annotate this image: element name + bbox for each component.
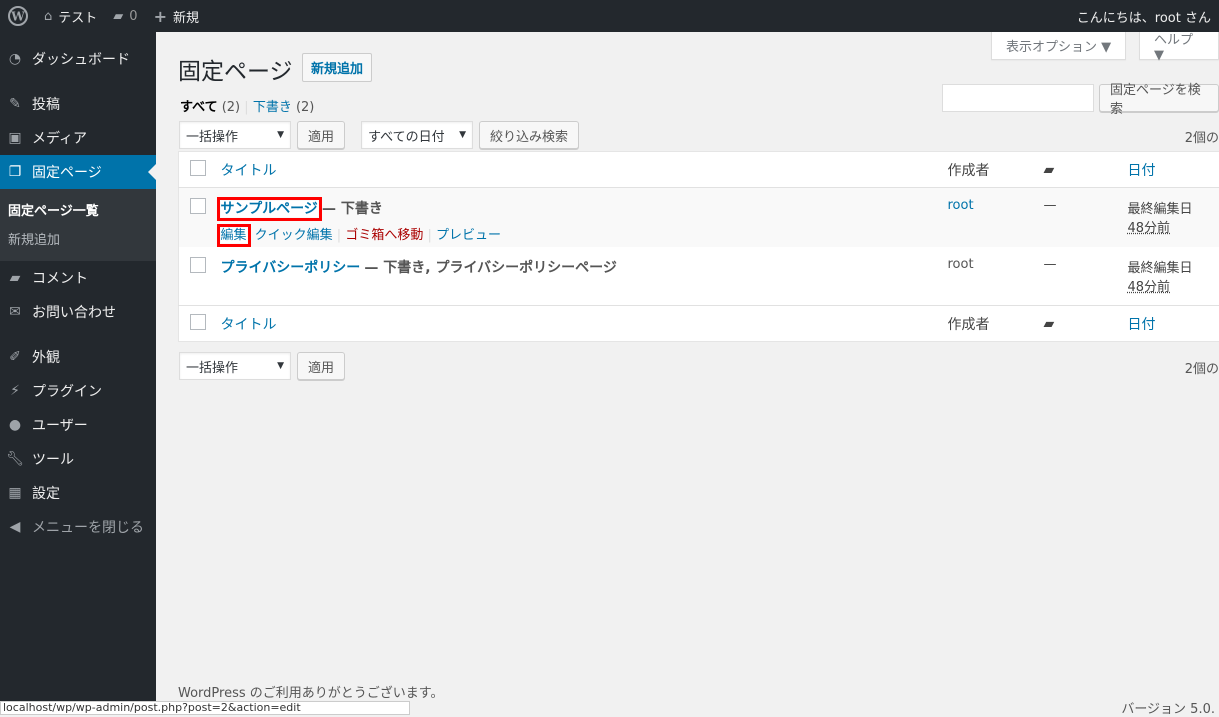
bulk-action-select[interactable]: 一括操作▼ [179, 121, 291, 149]
comments-link[interactable]: ▰0 [105, 0, 145, 32]
help-tab[interactable]: ヘルプ ▼ [1139, 32, 1219, 60]
row-actions: 編集 クイック編集 | ゴミ箱へ移動 | プレビュー [221, 224, 948, 243]
wrench-icon: 🔧︎ [6, 451, 24, 467]
trash-link[interactable]: ゴミ箱へ移動 [345, 228, 423, 243]
plus-icon: + [154, 7, 167, 26]
edit-link[interactable]: 編集 [221, 228, 247, 243]
author-link[interactable]: root [948, 198, 974, 213]
date-value: 48分前 [1128, 221, 1171, 236]
collapse-icon: ◀ [6, 519, 24, 535]
comment-count: — [1044, 247, 1128, 306]
pin-icon: ✎ [6, 96, 24, 112]
status-filters: すべて (2) | 下書き (2) [180, 96, 314, 115]
dropdown-arrow-icon: ▼ [459, 130, 466, 140]
bulk-action-select-bottom[interactable]: 一括操作▼ [179, 352, 291, 380]
new-content-link[interactable]: +新規 [146, 0, 207, 32]
plugin-icon: ⚡ [6, 383, 24, 399]
comments-icon: ▰ [1044, 162, 1055, 178]
sidebar-item-pages[interactable]: ❐固定ページ [0, 155, 156, 189]
pages-icon: ❐ [6, 164, 24, 180]
select-all-checkbox-bottom[interactable] [190, 314, 206, 330]
comment-count: — [1044, 188, 1128, 247]
row-checkbox[interactable] [190, 257, 206, 273]
sidebar-item-appearance[interactable]: ✐外観 [0, 340, 156, 374]
table-row: プライバシーポリシー — 下書き, プライバシーポリシーページ root — 最… [179, 247, 1219, 306]
svg-text:W: W [10, 10, 25, 24]
bottom-tablenav: 一括操作▼ 適用 2個の項目 [179, 352, 1219, 380]
submenu-all-pages[interactable]: 固定ページ一覧 [0, 195, 156, 224]
row-title-link[interactable]: サンプルページ [221, 201, 318, 217]
comment-icon: ▰ [6, 270, 24, 286]
sort-title-bottom[interactable]: タイトル [221, 317, 277, 333]
brush-icon: ✐ [6, 349, 24, 365]
date-value: 48分前 [1128, 280, 1171, 295]
admin-bar: W ⌂テスト ▰0 +新規 こんにちは、root さん [0, 0, 1219, 32]
top-tablenav: 一括操作▼ 適用 すべての日付▼ 絞り込み検索 2個の項目 [179, 121, 1219, 149]
admin-sidebar: ◔ダッシュボード ✎投稿 ▣メディア ❐固定ページ 固定ページ一覧 新規追加 ▰… [0, 32, 156, 715]
item-count: 2個の項目 [1185, 127, 1219, 146]
pages-table: タイトル 作成者 ▰ 日付 サンプルページ — 下書き 編集 クイック編集 | … [178, 151, 1219, 342]
author-link[interactable]: root [948, 257, 974, 272]
sidebar-item-tools[interactable]: 🔧︎ツール [0, 442, 156, 476]
mail-icon: ✉ [6, 304, 24, 320]
filter-all[interactable]: すべて [180, 100, 218, 115]
sort-title[interactable]: タイトル [221, 163, 277, 179]
sidebar-item-posts[interactable]: ✎投稿 [0, 87, 156, 121]
filter-draft[interactable]: 下書き [253, 100, 292, 115]
browser-status-bar: localhost/wp/wp-admin/post.php?post=2&ac… [0, 701, 410, 715]
sidebar-item-media[interactable]: ▣メディア [0, 121, 156, 155]
pages-submenu: 固定ページ一覧 新規追加 [0, 189, 156, 261]
search-pages-button[interactable]: 固定ページを検索 [1099, 84, 1219, 112]
collapse-menu-button[interactable]: ◀メニューを閉じる [0, 510, 156, 544]
dropdown-arrow-icon: ▼ [277, 130, 284, 140]
sidebar-item-comments[interactable]: ▰コメント [0, 261, 156, 295]
home-icon: ⌂ [44, 9, 52, 24]
quick-edit-link[interactable]: クイック編集 [255, 228, 333, 243]
main-content: 表示オプション ▼ ヘルプ ▼ 固定ページ 新規追加 すべて (2) | 下書き… [156, 32, 1219, 715]
wordpress-logo-icon[interactable]: W [0, 0, 36, 32]
footer-thanks: WordPress のご利用ありがとうございます。 [178, 682, 443, 701]
comment-icon: ▰ [113, 9, 123, 24]
filter-button[interactable]: 絞り込み検索 [479, 121, 579, 149]
user-icon: ● [6, 417, 24, 433]
apply-button-bottom[interactable]: 適用 [297, 352, 345, 380]
table-row: サンプルページ — 下書き 編集 クイック編集 | ゴミ箱へ移動 | プレビュー… [179, 188, 1219, 247]
settings-icon: ▦ [6, 485, 24, 501]
preview-link[interactable]: プレビュー [436, 228, 501, 243]
page-title: 固定ページ [178, 52, 293, 86]
select-all-checkbox[interactable] [190, 160, 206, 176]
sidebar-item-dashboard[interactable]: ◔ダッシュボード [0, 42, 156, 76]
sidebar-item-plugins[interactable]: ⚡プラグイン [0, 374, 156, 408]
date-filter-select[interactable]: すべての日付▼ [361, 121, 473, 149]
site-name-link[interactable]: ⌂テスト [36, 0, 105, 32]
media-icon: ▣ [6, 130, 24, 146]
comments-icon: ▰ [1044, 316, 1055, 332]
add-new-button[interactable]: 新規追加 [302, 53, 372, 82]
row-checkbox[interactable] [190, 198, 206, 214]
author-header: 作成者 [948, 152, 1044, 188]
screen-options-tab[interactable]: 表示オプション ▼ [991, 32, 1126, 60]
dropdown-arrow-icon: ▼ [277, 361, 284, 371]
submenu-add-new[interactable]: 新規追加 [0, 224, 156, 253]
search-input[interactable] [942, 84, 1094, 112]
footer-version: バージョン 5.0. [1121, 698, 1215, 717]
sidebar-item-settings[interactable]: ▦設定 [0, 476, 156, 510]
apply-button[interactable]: 適用 [297, 121, 345, 149]
row-title-link[interactable]: プライバシーポリシー [221, 260, 361, 276]
account-menu[interactable]: こんにちは、root さん [1069, 0, 1219, 32]
dashboard-icon: ◔ [6, 51, 24, 67]
sort-date-bottom[interactable]: 日付 [1128, 317, 1156, 333]
sidebar-item-contact[interactable]: ✉お問い合わせ [0, 295, 156, 329]
sidebar-item-users[interactable]: ●ユーザー [0, 408, 156, 442]
sort-date[interactable]: 日付 [1128, 163, 1156, 179]
